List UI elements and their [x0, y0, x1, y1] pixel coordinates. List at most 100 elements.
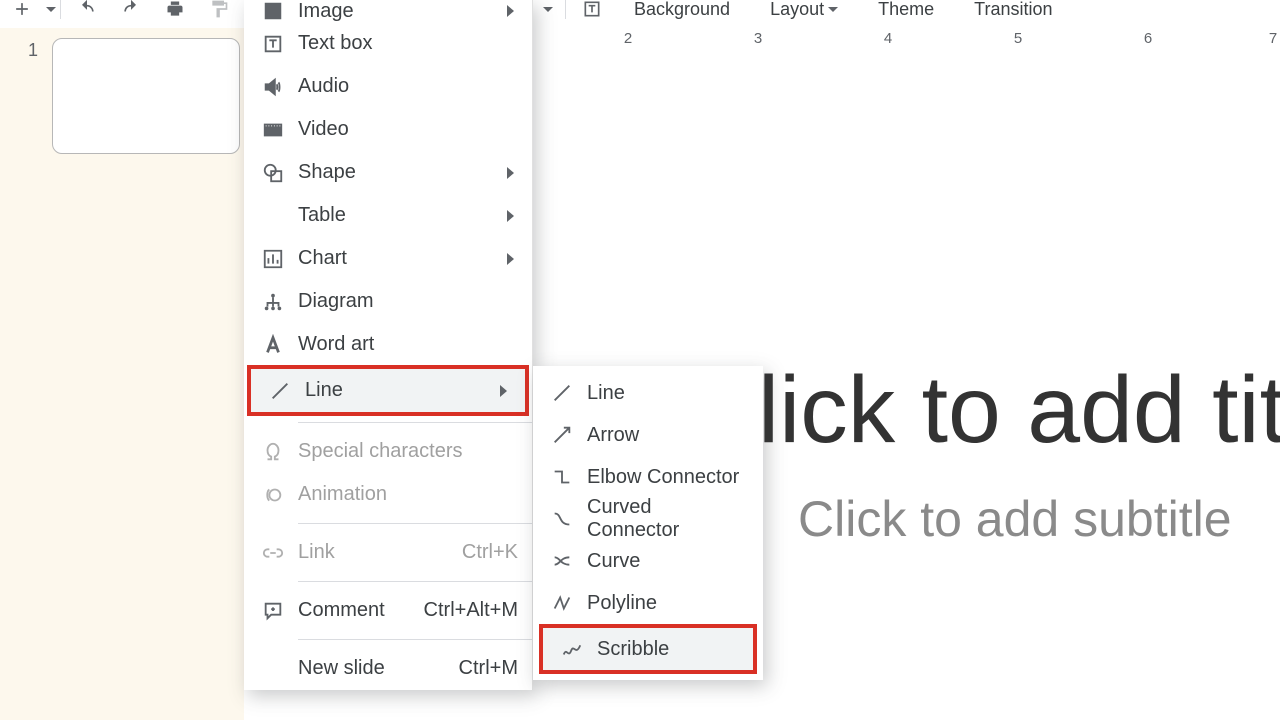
menu-label: Table — [298, 204, 346, 227]
line-submenu: Line Arrow Elbow Connector Curved Connec… — [533, 366, 763, 680]
chart-icon — [262, 248, 284, 270]
new-slide-dropdown[interactable] — [46, 7, 56, 12]
paint-format-icon[interactable] — [209, 0, 229, 19]
menu-textbox[interactable]: Text box — [244, 22, 532, 65]
ruler-tick: 5 — [1014, 30, 1022, 47]
menu-separator — [298, 523, 532, 524]
scribble-icon — [561, 638, 583, 660]
slide-thumbnail[interactable]: 1 — [28, 38, 244, 154]
submenu-label: Arrow — [587, 424, 639, 447]
submenu-arrow[interactable]: Arrow — [533, 414, 763, 456]
menu-chart[interactable]: Chart — [244, 237, 532, 280]
wordart-icon — [262, 334, 284, 356]
blank-icon — [262, 658, 284, 680]
submenu-label: Elbow Connector — [587, 466, 739, 489]
menu-label: Link — [298, 541, 335, 564]
menu-label: Word art — [298, 333, 374, 356]
submenu-label: Scribble — [597, 638, 669, 661]
zoom-dropdown[interactable] — [543, 7, 553, 12]
audio-icon — [262, 76, 284, 98]
slide-thumb[interactable] — [52, 38, 240, 154]
submenu-scribble[interactable]: Scribble — [539, 624, 757, 674]
image-icon — [262, 0, 284, 22]
animation-icon — [262, 484, 284, 506]
menu-label: Audio — [298, 75, 349, 98]
menu-label: Image — [298, 0, 354, 23]
textbox-icon — [262, 33, 284, 55]
separator — [565, 0, 566, 19]
ruler-tick: 6 — [1144, 30, 1152, 47]
menu-line[interactable]: Line — [247, 365, 529, 416]
menu-diagram[interactable]: Diagram — [244, 280, 532, 323]
submenu-arrow-icon — [500, 385, 507, 397]
separator — [60, 0, 61, 19]
menu-table[interactable]: Table — [244, 194, 532, 237]
subtitle-placeholder[interactable]: Click to add subtitle — [798, 490, 1232, 548]
menu-label: Line — [305, 379, 343, 402]
undo-icon[interactable] — [77, 0, 97, 19]
menu-link[interactable]: Link Ctrl+K — [244, 531, 532, 574]
menu-label: Animation — [298, 483, 387, 506]
submenu-elbow-connector[interactable]: Elbow Connector — [533, 456, 763, 498]
menu-comment[interactable]: Comment Ctrl+Alt+M — [244, 589, 532, 632]
menu-image[interactable]: Image — [244, 0, 532, 22]
print-icon[interactable] — [165, 0, 185, 19]
menu-label: Shape — [298, 161, 356, 184]
menu-label: Chart — [298, 247, 347, 270]
submenu-arrow-icon — [507, 210, 514, 222]
polyline-icon — [551, 592, 573, 614]
menu-label: New slide — [298, 657, 385, 680]
slide-panel: 1 — [0, 28, 244, 720]
menu-label: Special characters — [298, 440, 463, 463]
ruler-tick: 2 — [624, 30, 632, 47]
insert-textbox-icon[interactable] — [582, 0, 602, 19]
submenu-curved-connector[interactable]: Curved Connector — [533, 498, 763, 540]
background-button[interactable]: Background — [634, 0, 730, 20]
theme-button[interactable]: Theme — [878, 0, 934, 20]
submenu-arrow-icon — [507, 167, 514, 179]
redo-icon[interactable] — [121, 0, 141, 19]
menu-label: Diagram — [298, 290, 374, 313]
menu-animation[interactable]: Animation — [244, 473, 532, 516]
menu-label: Text box — [298, 32, 372, 55]
comment-icon — [262, 600, 284, 622]
menu-video[interactable]: Video — [244, 108, 532, 151]
menu-separator — [298, 581, 532, 582]
submenu-label: Line — [587, 382, 625, 405]
menu-new-slide[interactable]: New slide Ctrl+M — [244, 647, 532, 690]
submenu-label: Curve — [587, 550, 640, 573]
menu-shape[interactable]: Shape — [244, 151, 532, 194]
menu-wordart[interactable]: Word art — [244, 323, 532, 366]
menu-separator — [298, 639, 532, 640]
submenu-line[interactable]: Line — [533, 372, 763, 414]
shortcut: Ctrl+Alt+M — [424, 599, 518, 622]
new-slide-icon[interactable] — [12, 0, 32, 19]
ruler-tick: 4 — [884, 30, 892, 47]
shape-icon — [262, 162, 284, 184]
curve-icon — [551, 550, 573, 572]
transition-button[interactable]: Transition — [974, 0, 1052, 20]
submenu-polyline[interactable]: Polyline — [533, 582, 763, 624]
line-icon — [551, 382, 573, 404]
elbow-icon — [551, 466, 573, 488]
omega-icon — [262, 441, 284, 463]
link-icon — [262, 542, 284, 564]
toolbar: Background Layout Theme Transition — [0, 0, 1280, 28]
ruler-tick: 3 — [754, 30, 762, 47]
title-placeholder[interactable]: lick to add tit — [758, 356, 1280, 465]
diagram-icon — [262, 291, 284, 313]
submenu-label: Polyline — [587, 592, 657, 615]
ruler-tick: 7 — [1269, 30, 1277, 47]
ruler: 2 3 4 5 6 7 — [533, 26, 1280, 53]
layout-button[interactable]: Layout — [770, 0, 838, 20]
submenu-curve[interactable]: Curve — [533, 540, 763, 582]
menu-audio[interactable]: Audio — [244, 65, 532, 108]
menu-label: Video — [298, 118, 349, 141]
shortcut: Ctrl+K — [462, 541, 518, 564]
menu-label: Comment — [298, 599, 385, 622]
video-icon — [262, 119, 284, 141]
arrow-icon — [551, 424, 573, 446]
menu-special-characters[interactable]: Special characters — [244, 430, 532, 473]
submenu-arrow-icon — [507, 5, 514, 17]
line-icon — [269, 380, 291, 402]
